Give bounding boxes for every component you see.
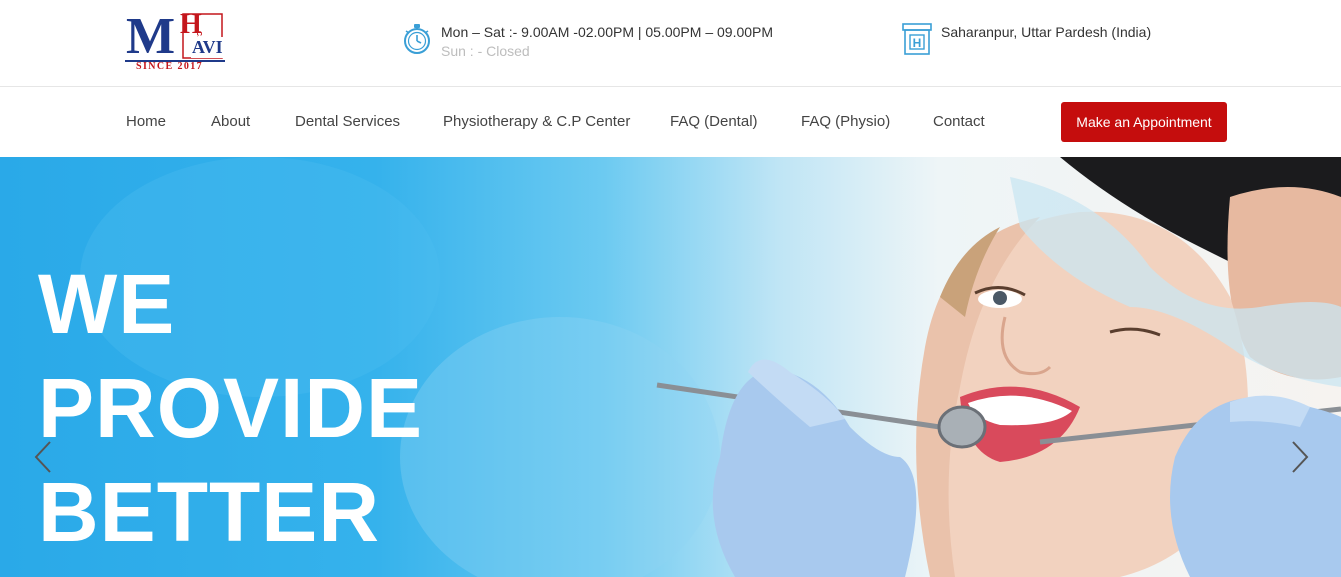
main-nav: Home About Dental Services Physiotherapy… bbox=[0, 87, 1341, 157]
hours-weekdays: Mon – Sat :- 9.00AM -02.00PM | 05.00PM –… bbox=[441, 24, 774, 40]
nav-physiotherapy[interactable]: Physiotherapy & C.P Center bbox=[443, 113, 630, 130]
hero-slider: WE PROVIDE BETTER bbox=[0, 157, 1341, 577]
logo-avi-text: AVI bbox=[191, 37, 224, 58]
hero-line-1: WE bbox=[38, 257, 176, 351]
hours-sunday: Sun : - Closed bbox=[441, 43, 530, 59]
slider-prev-arrow-icon[interactable] bbox=[32, 440, 54, 474]
hero-line-2: PROVIDE bbox=[38, 361, 424, 455]
hero-line-3: BETTER bbox=[38, 465, 380, 559]
top-bar: M H CARE AVI SINCE 2017 Mon – Sat :- 9.0… bbox=[0, 0, 1341, 87]
hero-headline: WE PROVIDE BETTER bbox=[38, 252, 423, 564]
location-text: Saharanpur, Uttar Pardesh (India) bbox=[941, 24, 1152, 40]
nav-dental-services[interactable]: Dental Services bbox=[295, 113, 400, 130]
logo[interactable]: M H CARE AVI SINCE 2017 bbox=[124, 8, 226, 72]
hospital-icon: H bbox=[902, 23, 932, 55]
nav-home[interactable]: Home bbox=[126, 113, 166, 130]
logo-since-text: SINCE 2017 bbox=[136, 61, 204, 72]
make-appointment-button[interactable]: Make an Appointment bbox=[1061, 102, 1227, 142]
stopwatch-icon bbox=[404, 24, 430, 54]
nav-faq-physio[interactable]: FAQ (Physio) bbox=[801, 113, 890, 130]
svg-text:H: H bbox=[913, 36, 922, 50]
nav-about[interactable]: About bbox=[211, 113, 250, 130]
nav-faq-dental[interactable]: FAQ (Dental) bbox=[670, 113, 758, 130]
nav-contact[interactable]: Contact bbox=[933, 113, 985, 130]
slider-next-arrow-icon[interactable] bbox=[1289, 440, 1311, 474]
logo-letter-m: M bbox=[126, 8, 175, 65]
